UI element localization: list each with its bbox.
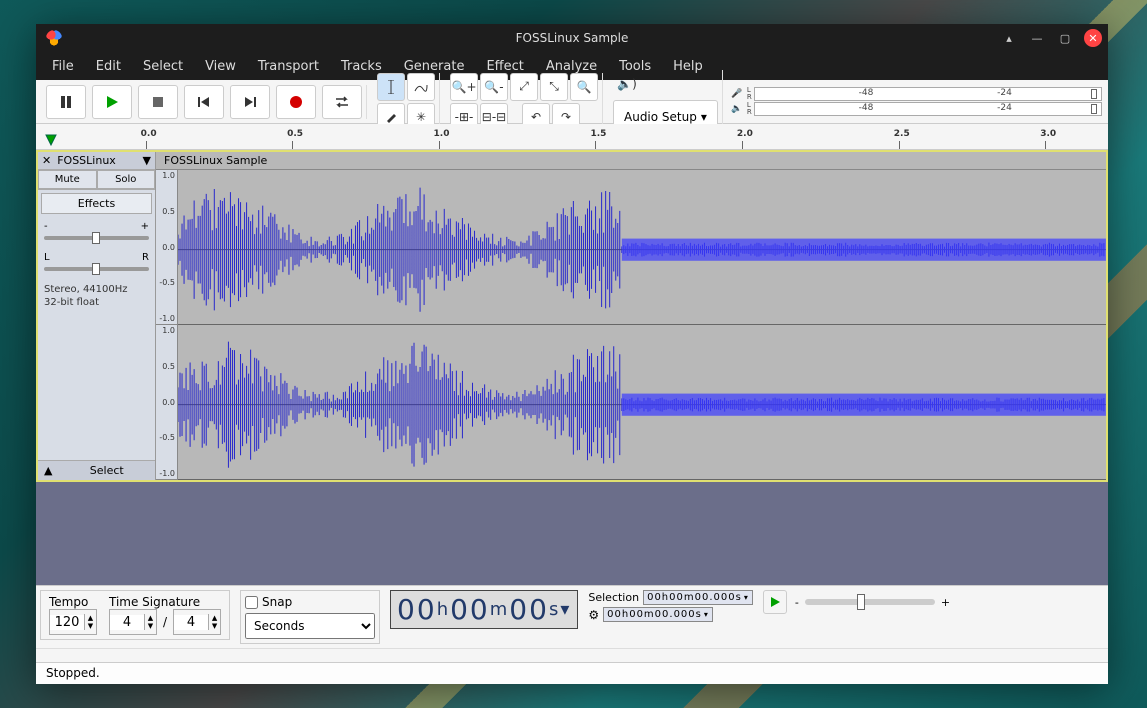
menu-transport[interactable]: Transport [248, 55, 329, 78]
track-area: ✕ FOSSLinux ▼ Mute Solo Effects -+ LR St… [36, 150, 1108, 482]
waveform-left[interactable] [178, 170, 1106, 325]
share-audio-icon: 🔈) [613, 70, 641, 98]
bottom-toolbar: Tempo ▲▼ Time Signature ▲▼ / ▲▼ Snap Sec… [36, 585, 1108, 648]
close-button[interactable]: ✕ [1084, 29, 1102, 47]
position-timecode[interactable]: 00h00m00s▾ [390, 590, 578, 629]
track-name[interactable]: FOSSLinux [55, 152, 138, 169]
track-control-panel: ✕ FOSSLinux ▼ Mute Solo Effects -+ LR St… [38, 152, 156, 480]
selection-end-timecode[interactable]: 00h00m00.000s▾ [603, 607, 713, 622]
selection-label: Selection [588, 591, 639, 604]
track-close-button[interactable]: ✕ [38, 152, 55, 169]
record-button[interactable] [276, 85, 316, 119]
track-format-info: Stereo, 44100Hz 32-bit float [38, 279, 155, 313]
skip-start-button[interactable] [184, 85, 224, 119]
mic-icon: 🎤 [729, 89, 745, 99]
empty-track-space[interactable] [36, 482, 1108, 585]
maximize-button[interactable]: ▢ [1056, 29, 1074, 47]
status-bar: Stopped. [36, 662, 1108, 684]
gear-icon[interactable]: ⚙ [588, 608, 599, 622]
menu-view[interactable]: View [195, 55, 246, 78]
gain-slider[interactable]: -+ [38, 217, 155, 248]
hide-button[interactable]: — [1028, 29, 1046, 47]
pan-slider[interactable]: LR [38, 248, 155, 279]
solo-button[interactable]: Solo [97, 170, 156, 189]
titlebar: FOSSLinux Sample ▴ — ▢ ✕ [36, 24, 1108, 52]
toolbar: ✳ 🔍+ 🔍- ⤢ ⤡ 🔍 -⊞- ⊟-⊟ ↶ ↷ 🔈) Audio Setup… [36, 80, 1108, 124]
track-menu-button[interactable]: ▼ [139, 152, 155, 169]
app-window: FOSSLinux Sample ▴ — ▢ ✕ File Edit Selec… [36, 24, 1108, 684]
snap-unit-select[interactable]: Seconds [245, 613, 375, 639]
collapse-button[interactable]: ▲ [38, 462, 58, 479]
timesig-label: Time Signature [109, 595, 221, 609]
amplitude-scale: 1.00.50.0-0.5-1.0 1.00.50.0-0.5-1.0 [156, 170, 178, 480]
waveform-right[interactable] [178, 325, 1106, 480]
fit-project-button[interactable]: ⤡ [540, 73, 568, 101]
selection-tool-button[interactable] [377, 73, 405, 101]
envelope-tool-button[interactable] [407, 73, 435, 101]
play-at-speed-button[interactable] [763, 590, 787, 614]
speaker-icon: 🔈 [729, 104, 745, 114]
loop-button[interactable] [322, 85, 362, 119]
record-meter[interactable]: -48 -24 [754, 87, 1102, 101]
zoom-out-button[interactable]: 🔍- [480, 73, 508, 101]
snap-checkbox[interactable]: Snap [245, 595, 375, 609]
playback-speed-slider[interactable] [805, 599, 935, 605]
minimize-button[interactable]: ▴ [1000, 29, 1018, 47]
tempo-label: Tempo [49, 595, 97, 609]
timeline-ruler[interactable]: 0.0 0.5 1.0 1.5 2.0 2.5 3.0 [36, 124, 1108, 150]
playback-meter[interactable]: -48 -24 [754, 102, 1102, 116]
timesig-den-input[interactable]: ▲▼ [173, 609, 221, 635]
pause-button[interactable] [46, 85, 86, 119]
menu-select[interactable]: Select [133, 55, 193, 78]
app-logo-icon [46, 30, 62, 46]
skip-end-button[interactable] [230, 85, 270, 119]
zoom-in-button[interactable]: 🔍+ [450, 73, 478, 101]
effects-button[interactable]: Effects [41, 193, 152, 214]
play-button[interactable] [92, 85, 132, 119]
mute-button[interactable]: Mute [38, 170, 97, 189]
clip-title[interactable]: FOSSLinux Sample [156, 152, 1106, 170]
menu-file[interactable]: File [42, 55, 84, 78]
timesig-num-input[interactable]: ▲▼ [109, 609, 157, 635]
zoom-toggle-button[interactable]: 🔍 [570, 73, 598, 101]
fit-selection-button[interactable]: ⤢ [510, 73, 538, 101]
selection-start-timecode[interactable]: 00h00m00.000s▾ [643, 590, 753, 605]
menu-edit[interactable]: Edit [86, 55, 131, 78]
playhead-pin-icon [44, 133, 58, 147]
window-title: FOSSLinux Sample [516, 31, 629, 45]
track-select-button[interactable]: Select [58, 461, 155, 480]
tempo-input[interactable]: ▲▼ [49, 609, 97, 635]
stop-button[interactable] [138, 85, 178, 119]
meters: 🎤 LR -48 -24 🔈 LR -48 -24 [729, 87, 1102, 116]
